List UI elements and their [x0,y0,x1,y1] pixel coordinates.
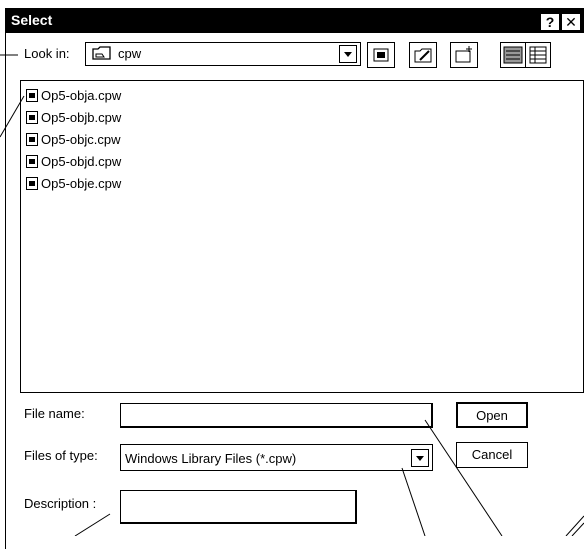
callout-line [0,95,25,138]
callout-line [424,419,503,536]
callout-line [401,467,426,536]
callout-line [74,513,111,536]
resize-grip-icon [571,522,584,536]
callout-lines [0,54,584,536]
